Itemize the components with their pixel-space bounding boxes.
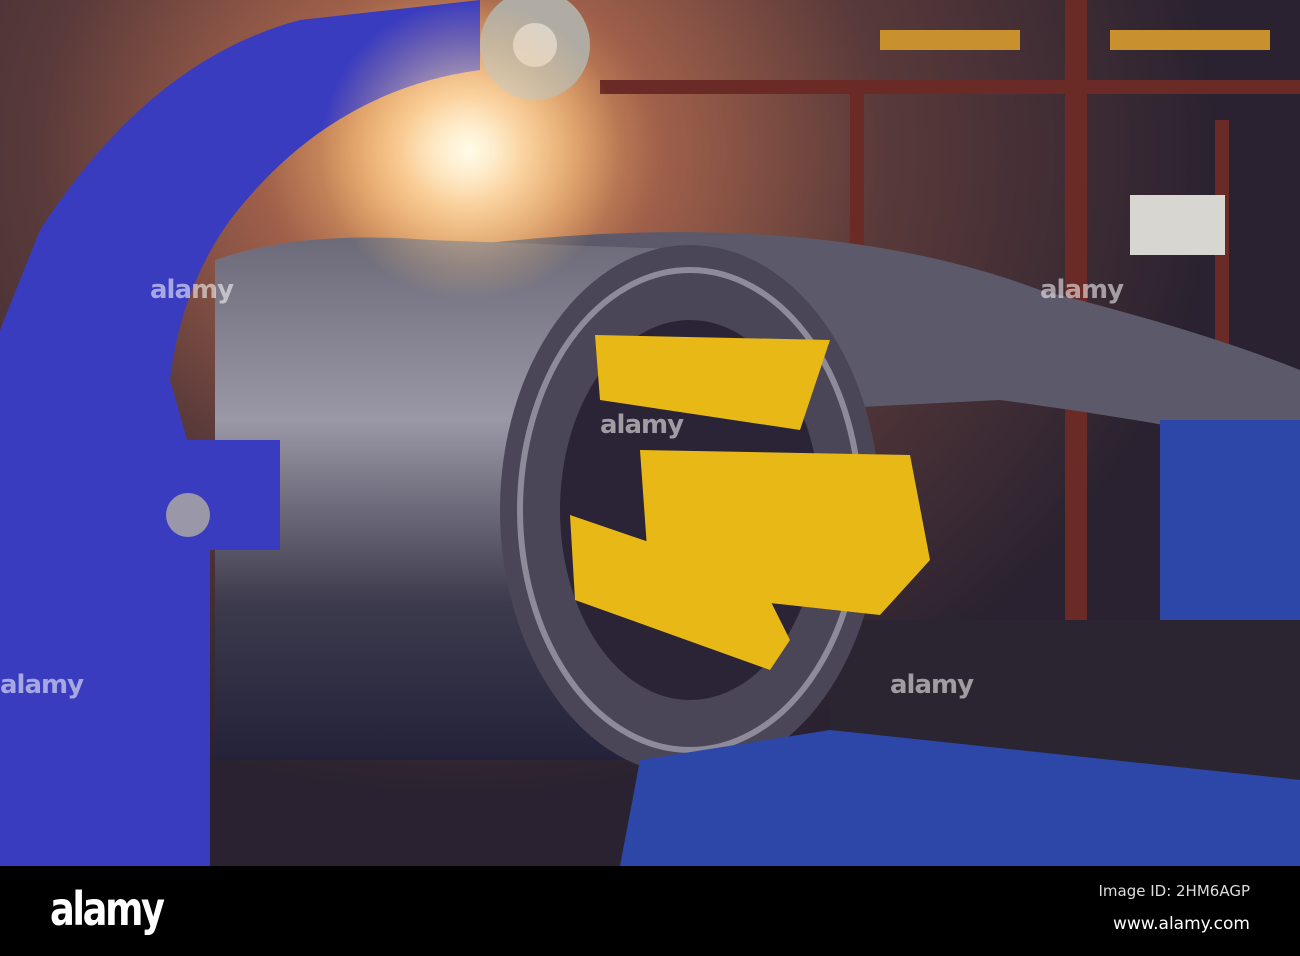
watermark: alamy	[890, 670, 974, 700]
watermark: alamy	[600, 410, 684, 440]
light-flare	[320, 0, 620, 300]
alamy-logo: alamy	[50, 882, 165, 936]
watermark: alamy	[1040, 275, 1124, 305]
website-link[interactable]: www.alamy.com	[1113, 914, 1250, 934]
photo: alamy alamy alamy alamy alamy	[0, 0, 1300, 866]
image-id: Image ID: 2HM6AGP	[1098, 882, 1250, 900]
watermark: alamy	[150, 275, 234, 305]
footer-bar: alamy Image ID: 2HM6AGP www.alamy.com	[0, 866, 1300, 956]
watermark: alamy	[0, 670, 84, 700]
frame-bolt	[166, 493, 210, 537]
